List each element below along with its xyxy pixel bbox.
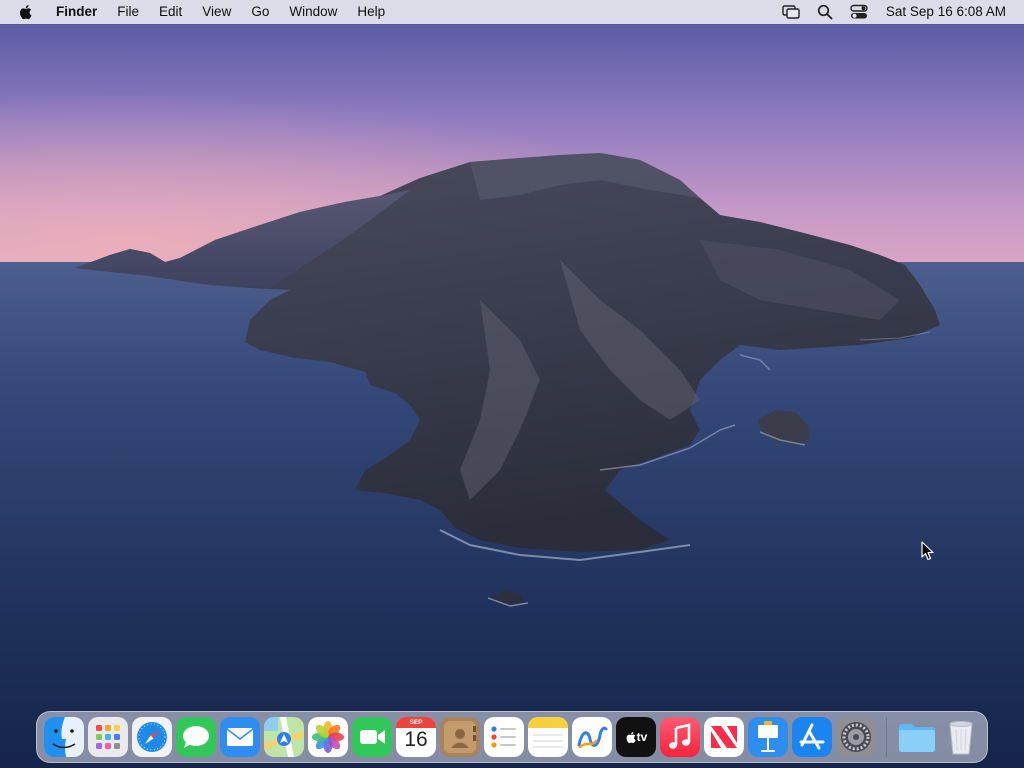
system-settings-icon (836, 717, 876, 757)
dock-maps[interactable] (264, 717, 304, 757)
menu-go[interactable]: Go (241, 0, 279, 24)
apple-menu[interactable] (0, 4, 46, 20)
dock-launchpad[interactable] (88, 717, 128, 757)
messages-icon (176, 717, 216, 757)
dock-music[interactable] (660, 717, 700, 757)
facetime-icon (352, 717, 392, 757)
dock-news[interactable] (704, 717, 744, 757)
dock-calendar[interactable]: SEP 16 (396, 717, 436, 757)
calendar-month: SEP (409, 719, 423, 726)
control-center-icon[interactable] (842, 0, 876, 24)
dock-downloads-folder[interactable] (897, 717, 937, 757)
dock-contacts[interactable] (440, 717, 480, 757)
dock-reminders[interactable] (484, 717, 524, 757)
desktop-wallpaper (0, 0, 1024, 768)
dock-separator (886, 717, 887, 757)
dock-finder[interactable] (44, 717, 84, 757)
maps-icon (264, 717, 304, 757)
menu-help[interactable]: Help (347, 0, 395, 24)
dock-safari[interactable] (132, 717, 172, 757)
dock-trash[interactable] (941, 717, 981, 757)
calendar-day: 16 (404, 728, 428, 751)
menu-bar-clock[interactable]: Sat Sep 16 6:08 AM (876, 0, 1006, 24)
dock-keynote[interactable] (748, 717, 788, 757)
dock-mail[interactable] (220, 717, 260, 757)
dock-messages[interactable] (176, 717, 216, 757)
mail-icon (220, 717, 260, 757)
dock-photos[interactable] (308, 717, 348, 757)
photos-icon (308, 717, 348, 757)
dock: SEP 16 tv (36, 711, 988, 763)
launchpad-icon (88, 717, 128, 757)
folder-icon (899, 724, 935, 752)
safari-icon (132, 717, 172, 757)
news-icon (704, 717, 744, 757)
keynote-icon (748, 717, 788, 757)
reminders-icon (484, 717, 524, 757)
menu-bar-left: Finder File Edit View Go Window Help (0, 0, 395, 24)
app-menu-finder[interactable]: Finder (46, 0, 107, 24)
apple-logo-icon (19, 5, 32, 20)
menu-window[interactable]: Window (279, 0, 347, 24)
menu-view[interactable]: View (192, 0, 241, 24)
menu-edit[interactable]: Edit (149, 0, 192, 24)
menu-bar: Finder File Edit View Go Window Help Sat… (0, 0, 1024, 24)
dock-facetime[interactable] (352, 717, 392, 757)
tv-apple-logo-icon (626, 731, 636, 743)
tv-icon-label: tv (636, 730, 648, 744)
screen-mirroring-icon[interactable] (774, 0, 808, 24)
mouse-pointer-icon (921, 541, 934, 561)
contacts-icon (440, 717, 480, 757)
freeform-icon (572, 717, 612, 757)
dock-tv[interactable]: tv (616, 717, 656, 757)
menu-file[interactable]: File (107, 0, 149, 24)
trash-icon (949, 721, 973, 755)
menu-bar-status-area: Sat Sep 16 6:08 AM (774, 0, 1024, 24)
notes-icon (528, 717, 568, 757)
dock-freeform[interactable] (572, 717, 612, 757)
music-icon (660, 717, 700, 757)
app-store-icon (792, 717, 832, 757)
dock-notes[interactable] (528, 717, 568, 757)
finder-icon (44, 717, 84, 757)
dock-system-settings[interactable] (836, 717, 876, 757)
dock-app-store[interactable] (792, 717, 832, 757)
spotlight-search-icon[interactable] (808, 0, 842, 24)
